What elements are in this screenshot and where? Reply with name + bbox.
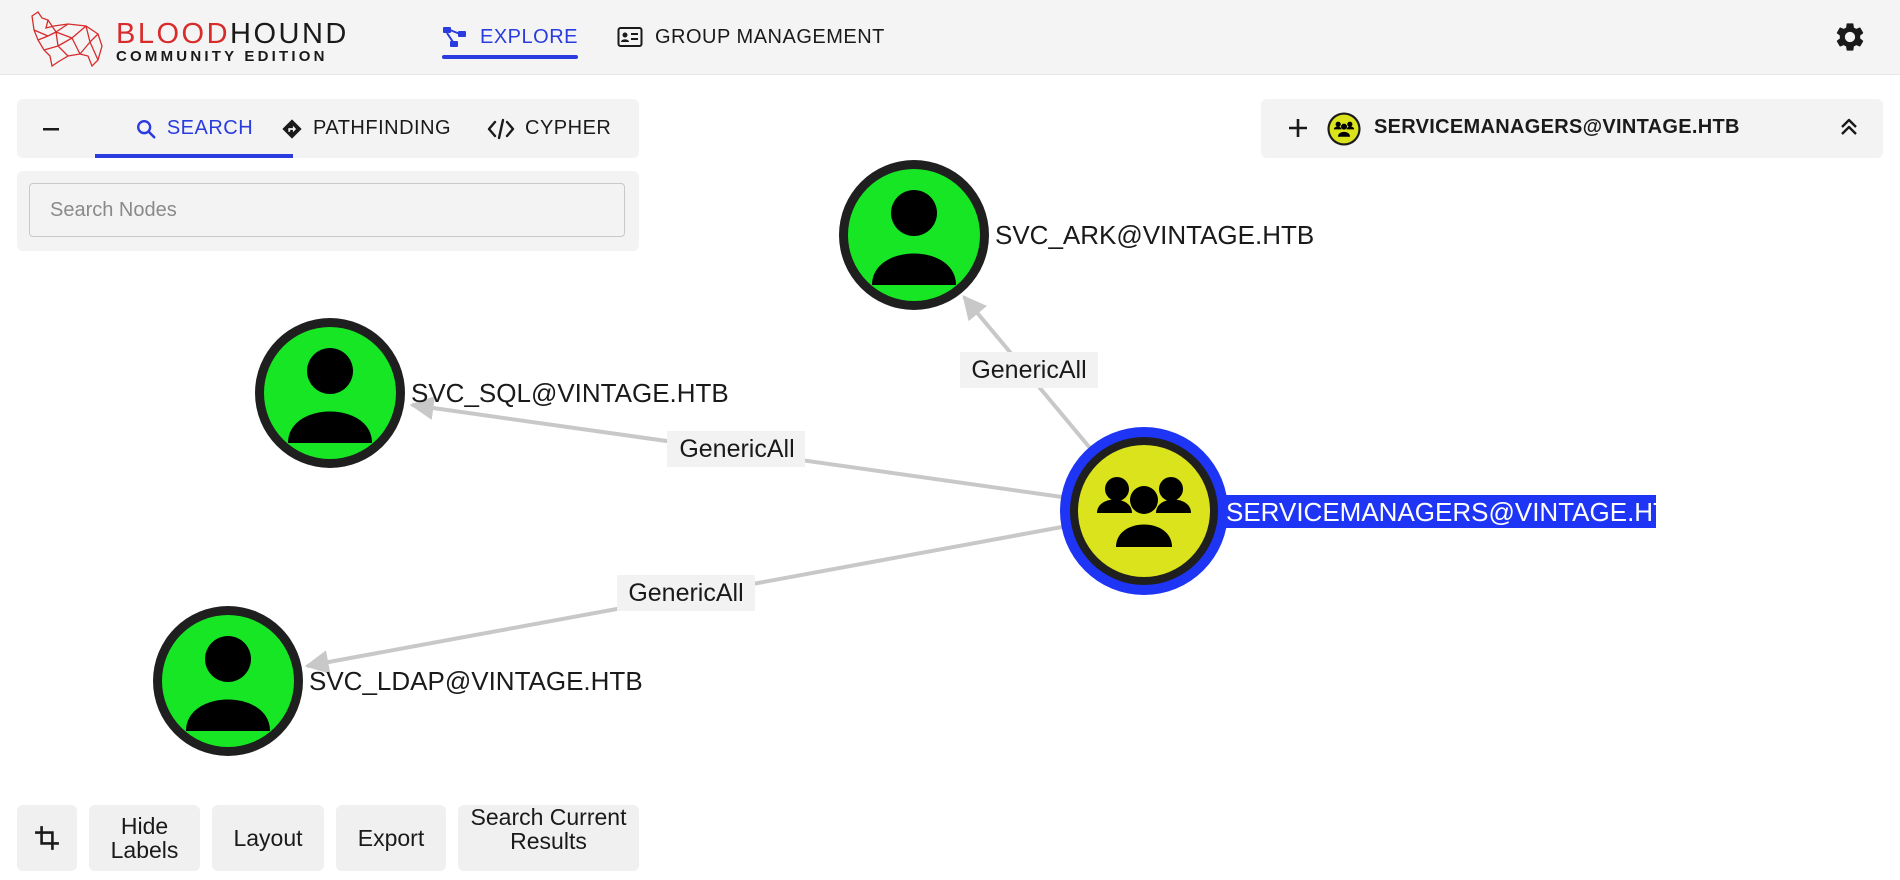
fit-to-screen-button[interactable] bbox=[17, 805, 77, 871]
node-label-svc-sql: SVC_SQL@VINTAGE.HTB bbox=[411, 378, 729, 408]
expand-details-button[interactable] bbox=[1287, 111, 1309, 147]
search-icon bbox=[136, 119, 156, 139]
node-svc-sql[interactable]: SVC_SQL@VINTAGE.HTB bbox=[255, 318, 729, 468]
node-label-servicemanagers: SERVICEMANAGERS@VINTAGE.HTB bbox=[1226, 497, 1686, 527]
hide-labels-button[interactable]: Hide Labels bbox=[89, 805, 200, 871]
edge-label-svc-ldap: GenericAll bbox=[628, 579, 743, 607]
directions-icon bbox=[282, 118, 302, 139]
crop-icon bbox=[35, 826, 59, 850]
edge-label-svc-sql: GenericAll bbox=[679, 435, 794, 463]
edge-label-svc-ark: GenericAll bbox=[971, 356, 1086, 384]
layout-button[interactable]: Layout bbox=[212, 805, 324, 871]
node-label-svc-ldap: SVC_LDAP@VINTAGE.HTB bbox=[309, 666, 643, 696]
tab-cypher[interactable]: CYPHER bbox=[487, 99, 611, 158]
node-label-svc-ark: SVC_ARK@VINTAGE.HTB bbox=[995, 220, 1314, 250]
search-current-results-label: Search Current Results bbox=[470, 805, 627, 854]
plus-icon bbox=[1289, 119, 1307, 137]
search-tabs-panel: SEARCH PATHFINDING CYPHER bbox=[17, 99, 639, 158]
active-tab-indicator bbox=[95, 154, 293, 158]
tab-search[interactable]: SEARCH bbox=[95, 99, 293, 158]
search-input-panel bbox=[17, 171, 639, 251]
collapse-panel-button[interactable] bbox=[41, 99, 91, 158]
tab-pathfinding-label: PATHFINDING bbox=[313, 117, 452, 139]
search-current-results-button[interactable]: Search Current Results bbox=[458, 805, 639, 871]
export-button[interactable]: Export bbox=[336, 805, 446, 871]
tab-cypher-label: CYPHER bbox=[525, 117, 612, 139]
tab-pathfinding[interactable]: PATHFINDING bbox=[281, 99, 451, 158]
tab-search-label: SEARCH bbox=[166, 117, 254, 139]
node-svc-ark[interactable]: SVC_ARK@VINTAGE.HTB bbox=[839, 160, 1314, 310]
selected-node-name: SERVICEMANAGERS@VINTAGE.HTB bbox=[1374, 116, 1740, 138]
selected-node-panel: SERVICEMANAGERS@VINTAGE.HTB bbox=[1261, 99, 1883, 158]
chevron-double-up-icon[interactable] bbox=[1837, 115, 1861, 139]
node-svc-ldap[interactable]: SVC_LDAP@VINTAGE.HTB bbox=[153, 606, 643, 756]
minus-icon bbox=[43, 127, 59, 130]
code-icon bbox=[487, 118, 515, 139]
search-nodes-input[interactable] bbox=[29, 183, 625, 237]
node-servicemanagers[interactable]: SERVICEMANAGERS@VINTAGE.HTB bbox=[1060, 427, 1686, 595]
group-icon bbox=[1327, 112, 1361, 146]
edge-svc-sql[interactable]: GenericAll bbox=[409, 396, 1063, 499]
edge-svc-ark[interactable]: GenericAll bbox=[960, 295, 1098, 450]
edge-svc-ldap[interactable]: GenericAll bbox=[304, 525, 1063, 674]
